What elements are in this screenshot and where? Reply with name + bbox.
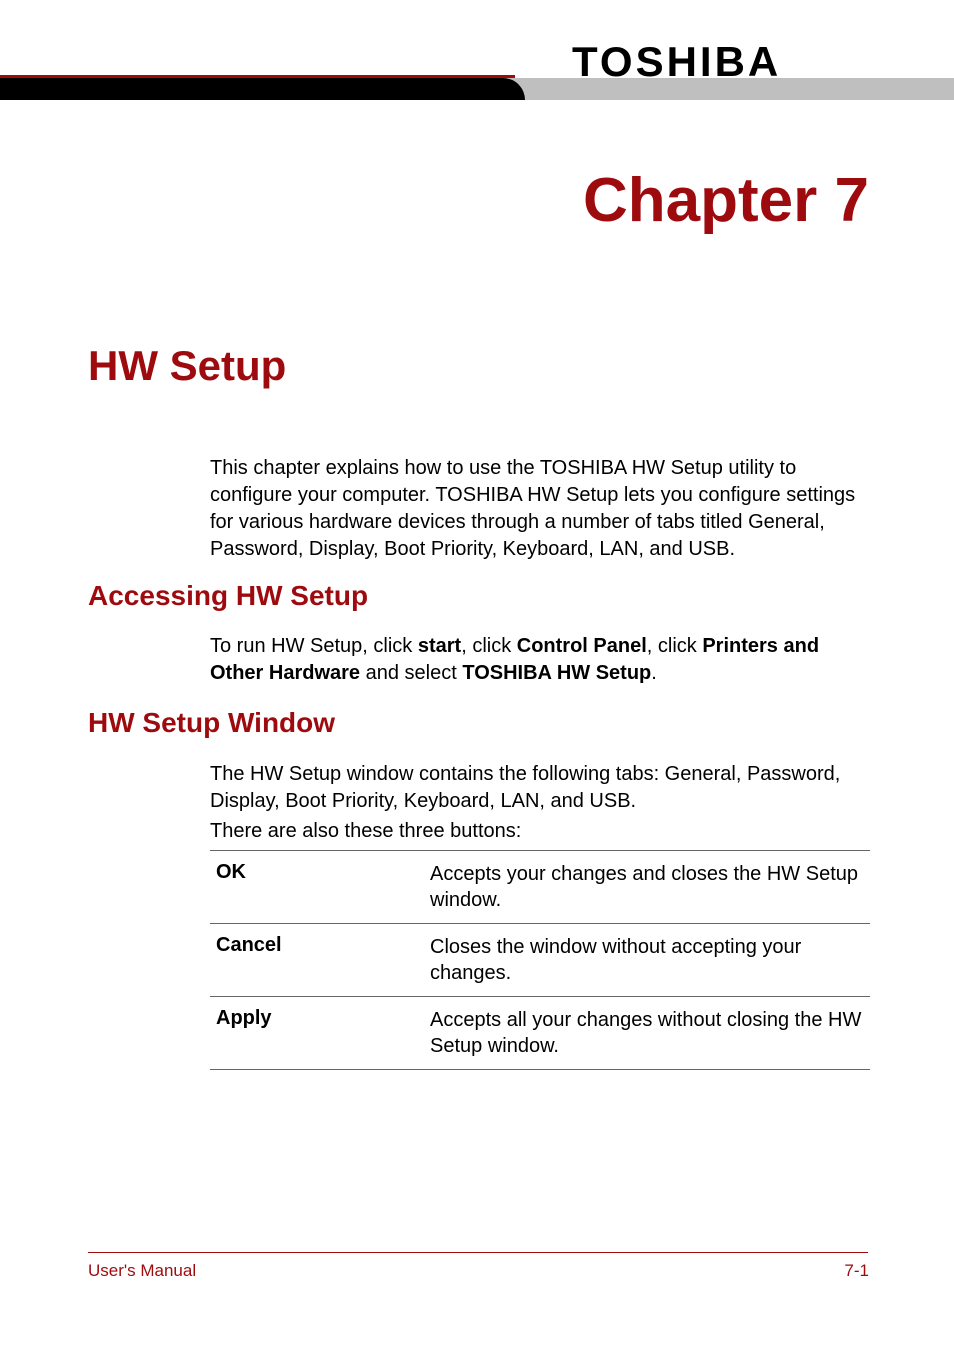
table-row: OK Accepts your changes and closes the H… [210, 850, 870, 923]
bold-start: start [418, 635, 461, 657]
text-span: , click [461, 635, 517, 657]
button-label-apply: Apply [210, 1007, 430, 1059]
table-row: Cancel Closes the window without accepti… [210, 923, 870, 996]
button-label-ok: OK [210, 861, 430, 913]
button-desc-ok: Accepts your changes and closes the HW S… [430, 861, 870, 913]
footer-manual-label: User's Manual [88, 1261, 196, 1281]
intro-paragraph: This chapter explains how to use the TOS… [210, 455, 870, 563]
footer-page-number: 7-1 [844, 1261, 869, 1281]
text-span: . [651, 662, 657, 684]
footer-divider [88, 1252, 868, 1253]
button-desc-apply: Accepts all your changes without closing… [430, 1007, 870, 1059]
text-span: To run HW Setup, click [210, 635, 418, 657]
window-paragraph-1: The HW Setup window contains the followi… [210, 761, 870, 815]
subheading-accessing: Accessing HW Setup [88, 580, 368, 612]
subheading-window: HW Setup Window [88, 707, 335, 739]
buttons-table: OK Accepts your changes and closes the H… [210, 850, 870, 1070]
accessing-paragraph: To run HW Setup, click start, click Cont… [210, 633, 870, 687]
bold-control-panel: Control Panel [517, 635, 647, 657]
chapter-title: Chapter 7 [583, 165, 869, 236]
brand-logo: TOSHIBA [572, 38, 781, 86]
button-desc-cancel: Closes the window without accepting your… [430, 934, 870, 986]
section-title: HW Setup [88, 342, 286, 390]
window-paragraph-2: There are also these three buttons: [210, 818, 870, 845]
bold-hw-setup: TOSHIBA HW Setup [462, 662, 651, 684]
header-accent-line [0, 75, 515, 78]
table-row: Apply Accepts all your changes without c… [210, 996, 870, 1070]
button-label-cancel: Cancel [210, 934, 430, 986]
text-span: , click [647, 635, 703, 657]
header-bar-dark [0, 78, 525, 100]
text-span: and select [360, 662, 462, 684]
